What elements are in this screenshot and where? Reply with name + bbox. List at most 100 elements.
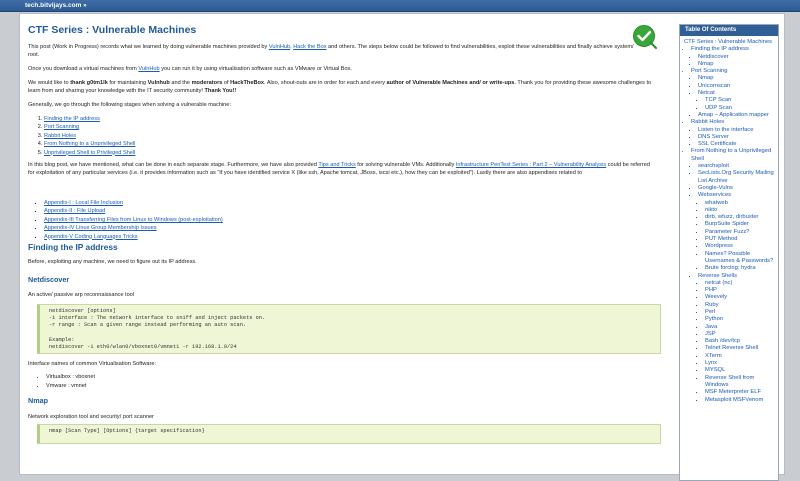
toc-link[interactable]: XTerm <box>705 353 722 359</box>
stage-link[interactable]: Finding the IP address <box>44 116 100 122</box>
toc-link[interactable]: Nmap <box>698 75 713 81</box>
toc-link[interactable]: MYSQL <box>705 367 725 373</box>
toc-item: Webservices whatweb nikto dirb, wfuzz, d… <box>698 192 774 272</box>
toc-link[interactable]: BurpSuite Spider <box>705 221 749 227</box>
stage-link[interactable]: Port Scanning <box>44 124 79 130</box>
thanks-text: and the <box>169 80 192 86</box>
toc-link[interactable]: nikto <box>705 207 717 213</box>
toc-link[interactable]: Telnet Reverse Shell <box>705 345 758 351</box>
breadcrumb[interactable]: tech.bitvijays.com » <box>25 0 87 11</box>
toc-link[interactable]: Webservices <box>698 192 731 198</box>
toc-item: CTF Series : Vulnerable Machines Finding… <box>684 39 774 404</box>
toc-link[interactable]: Nmap <box>698 61 713 67</box>
thanks-text: . Also, shout-outs are in order for each… <box>264 80 387 86</box>
virtualisation-list: Virtualbox : vboxnet Vmware : vmnet <box>28 373 246 390</box>
toc-link[interactable]: Reverse Shell from Windows <box>705 375 754 388</box>
toc-link[interactable]: Reverse Shells <box>698 273 737 279</box>
toc-link[interactable]: Amap – Application mapper <box>698 112 769 118</box>
toc-link[interactable]: Rabbit Holes <box>691 119 724 125</box>
blogpost-text: In this blog post, we have mentioned, wh… <box>28 162 319 168</box>
thanks-bold: Thank You!! <box>204 88 237 94</box>
appendix-link[interactable]: Appendix-IV Linux Group Membership Issue… <box>44 225 157 231</box>
toc-item: Lynx <box>705 360 774 367</box>
toc-link[interactable]: Google-Vulns <box>698 185 733 191</box>
download-text: Once you download a virtual machines fro… <box>28 66 139 72</box>
toc-link[interactable]: TCP Scan <box>705 97 731 103</box>
stage-link[interactable]: Unprivileged Shell to Privileged Shell <box>44 150 135 156</box>
toc-link[interactable]: Finding the IP address <box>691 46 749 52</box>
article: CTF Series : Vulnerable Machines This po… <box>28 23 661 473</box>
blogpost-text: for solving vulnerable VMs. Additionally <box>355 162 456 168</box>
toc-item: Metasploit MSFVenom <box>705 397 774 404</box>
netdiscover-code-block: netdiscover [options] -i interface : The… <box>37 304 661 354</box>
link-infrastructure-pentest[interactable]: Infrastructure PenTest Series : Part 2 –… <box>456 162 606 168</box>
toc-link[interactable]: Ruby <box>705 302 719 308</box>
toc-link[interactable]: Unicornscan <box>698 83 730 89</box>
toc-link[interactable]: JSP <box>705 331 716 337</box>
toc-link[interactable]: UDP Scan <box>705 105 732 111</box>
toc-link[interactable]: Python <box>705 316 723 322</box>
toc-item: BurpSuite Spider <box>705 221 774 228</box>
toc-item: XTerm <box>705 353 774 360</box>
link-vulnhub[interactable]: VulnHub <box>269 44 290 50</box>
toc-item: Parameter Fuzz? <box>705 229 774 236</box>
toc-link[interactable]: Metasploit MSFVenom <box>705 397 763 403</box>
list-item: Appendix-IV Linux Group Membership Issue… <box>44 224 444 232</box>
toc-item: Telnet Reverse Shell <box>705 345 774 352</box>
nmap-description: Network exploration tool and security/ p… <box>28 414 154 420</box>
toc-item: Names? Possible Usernames & Passwords? <box>705 251 774 266</box>
appendix-link[interactable]: Appendix-V Coding Languages Tricks <box>44 234 138 240</box>
toc-link[interactable]: searchsploit <box>698 163 729 169</box>
toc-link[interactable]: Port Scanning <box>691 68 727 74</box>
toc-link[interactable]: Weevely <box>705 294 727 300</box>
list-item: Finding the IP address <box>44 115 344 123</box>
thanks-paragraph: We would like to thank g0tm1lk for maint… <box>28 79 658 95</box>
toc-item: From Nothing to a Unprivileged Shell sea… <box>691 148 774 403</box>
top-bar: tech.bitvijays.com » <box>0 0 800 12</box>
toc-body: CTF Series : Vulnerable Machines Finding… <box>680 36 778 404</box>
appendix-link[interactable]: Appendix-II : File Upload <box>44 208 105 214</box>
list-item: Appendix-III Transferring Files from Lin… <box>44 216 444 224</box>
stage-link[interactable]: Rabbit Holes <box>44 133 76 139</box>
appendix-link[interactable]: Appendix-I : Local File Inclusion <box>44 200 123 206</box>
toc-link[interactable]: Java <box>705 324 717 330</box>
toc-item: Finding the IP address Netdiscover Nmap <box>691 46 774 68</box>
toc-link[interactable]: dirb, wfuzz, dirbuster <box>705 214 758 220</box>
thanks-text: of <box>222 80 231 86</box>
toc-item: Python <box>705 316 774 323</box>
toc-link[interactable]: Listen to the interface <box>698 127 753 133</box>
toc-link[interactable]: Parameter Fuzz? <box>705 229 749 235</box>
toc-link[interactable]: PHP <box>705 287 717 293</box>
download-text: you can run it by using virtualisation s… <box>159 66 352 72</box>
toc-link[interactable]: Netcat <box>698 90 715 96</box>
toc-link[interactable]: Wordpress <box>705 243 733 249</box>
link-tips-and-tricks[interactable]: Tips and Tricks <box>318 162 355 168</box>
toc-link[interactable]: From Nothing to a Unprivileged Shell <box>691 148 771 161</box>
toc-link[interactable]: Names? Possible Usernames & Passwords? <box>705 251 773 264</box>
toc-link[interactable]: Lynx <box>705 360 717 366</box>
toc-link[interactable]: DNS Server <box>698 134 729 140</box>
toc-list: CTF Series : Vulnerable Machines Finding… <box>684 39 774 404</box>
toc-link[interactable]: whatweb <box>705 200 728 206</box>
toc-item: DNS Server <box>698 134 774 141</box>
toc-link[interactable]: MSF Meterpreter ELF <box>705 389 761 395</box>
toc-link[interactable]: SecLists.Org Security Mailing List Archi… <box>698 170 774 183</box>
toc-item: Netdiscover <box>698 54 774 61</box>
toc-link[interactable]: netcat (nc) <box>705 280 732 286</box>
link-hackthebox[interactable]: Hack the Box <box>293 44 326 50</box>
stage-link[interactable]: From Nothing to a Unprivileged Shell <box>44 141 135 147</box>
list-item: Unprivileged Shell to Privileged Shell <box>44 149 344 157</box>
toc-link[interactable]: PUT Method <box>705 236 737 242</box>
toc-link[interactable]: CTF Series : Vulnerable Machines <box>684 39 772 45</box>
thanks-text: for maintaining <box>107 80 148 86</box>
link-vulnhub-download[interactable]: VulnHub <box>138 66 159 72</box>
appendix-link[interactable]: Appendix-III Transferring Files from Lin… <box>44 217 223 223</box>
toc-item: PUT Method <box>705 236 774 243</box>
toc-link[interactable]: Netdiscover <box>698 54 729 60</box>
toc-link[interactable]: SSL Certificate <box>698 141 736 147</box>
download-paragraph: Once you download a virtual machines fro… <box>28 65 658 73</box>
thanks-bold: author of Vulnerable Machines and/ or wr… <box>386 80 515 86</box>
toc-link[interactable]: Perl <box>705 309 715 315</box>
toc-link[interactable]: Brute forcing: hydra <box>705 265 756 271</box>
toc-link[interactable]: Bash /dev/tcp <box>705 338 740 344</box>
